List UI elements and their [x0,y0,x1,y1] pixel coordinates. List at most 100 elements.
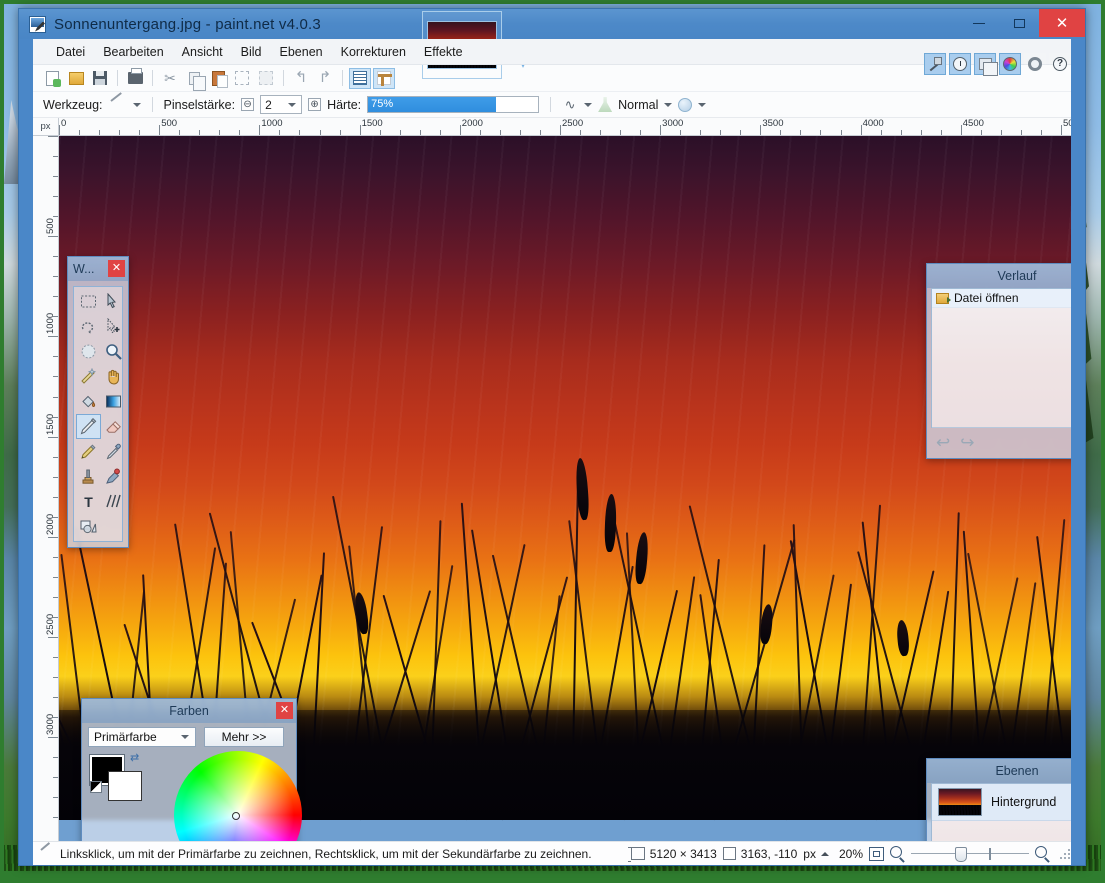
paintbrush-icon [80,418,97,435]
layers-window-button[interactable] [974,53,996,75]
tool-ellipse-select-tool[interactable] [76,339,101,364]
tool-clone-stamp-tool[interactable] [76,464,101,489]
menu-ansicht[interactable]: Ansicht [173,41,232,63]
fit-to-window-icon[interactable] [869,847,884,861]
deselect-all-button[interactable] [255,68,277,89]
redo-icon: ↱ [317,71,333,85]
menu-effekte[interactable]: Effekte [415,41,472,63]
history-window-button[interactable] [949,53,971,75]
colors-panel-close-button[interactable]: ✕ [276,702,293,719]
tool-lasso-select-tool[interactable] [76,314,101,339]
help-button[interactable]: ? [1049,53,1071,75]
menu-ebenen[interactable]: Ebenen [271,41,332,63]
colors-panel-controls: Primärfarbe Mehr >> [82,723,296,749]
move-selection-icon [105,318,122,335]
maximize-button[interactable] [999,9,1039,37]
secondary-color-swatch[interactable] [108,771,142,801]
help-icon: ? [1053,57,1067,71]
tool-gradient-tool[interactable] [101,389,126,414]
open-file-icon [936,293,949,304]
menu-datei[interactable]: Datei [47,41,94,63]
window-title: Sonnenuntergang.jpg - paint.net v4.0.3 [54,16,321,33]
tool-paint-bucket-tool[interactable] [76,389,101,414]
tool-magic-wand-tool[interactable] [76,364,101,389]
save-button[interactable] [89,68,111,89]
color-mode-value: Primärfarbe [94,730,157,744]
antialiasing-icon[interactable] [678,98,692,112]
crop-to-selection-button[interactable] [231,68,253,89]
tool-shapes-tool[interactable] [76,514,101,539]
layer-row[interactable]: Hintergrund ✔ [932,784,1071,821]
vertical-ruler[interactable]: 050010001500200025003000 [33,136,59,841]
color-wheel[interactable] [174,751,302,841]
color-mode-select[interactable]: Primärfarbe [88,727,196,747]
swap-colors-icon[interactable]: ⇄ [130,751,142,763]
tool-recolor-tool[interactable] [101,464,126,489]
pen-style-chevron-icon[interactable] [584,103,592,107]
unit-chevron-up-icon[interactable] [821,852,829,856]
brush-width-decrease-button[interactable]: ⊖ [241,98,254,111]
zoom-out-icon[interactable] [890,846,905,861]
tool-move-selection-tool[interactable] [101,314,126,339]
tool-move-selected-tool[interactable] [101,289,126,314]
rulers-button[interactable] [373,68,395,89]
resize-grip[interactable] [1059,848,1071,860]
menu-korrekturen[interactable]: Korrekturen [332,41,415,63]
unit-group[interactable]: px [803,847,829,861]
pen-style-icon[interactable]: ∿ [562,98,578,112]
settings-button[interactable] [1024,53,1046,75]
open-button[interactable] [65,68,87,89]
zoom-slider[interactable] [911,846,1029,862]
tool-eraser-tool[interactable] [101,414,126,439]
grid-button[interactable] [349,68,371,89]
history-item[interactable]: Datei öffnen [932,289,1071,308]
redo-button[interactable]: ↱ [314,68,336,89]
new-button[interactable] [41,68,63,89]
brush-width-chevron-icon[interactable] [288,103,296,107]
tool-text-tool[interactable]: T [76,489,101,514]
layers-list[interactable]: Hintergrund ✔ [931,783,1071,841]
zoom-in-icon[interactable] [1035,846,1050,861]
minimize-button[interactable] [959,9,999,37]
grass-seedhead [759,604,774,645]
tools-panel-close-button[interactable]: ✕ [108,260,125,277]
horizontal-ruler[interactable]: 0500100015002000250030003500400045005000 [59,118,1071,136]
tool-pencil-tool[interactable] [76,439,101,464]
tools-window-button[interactable] [924,53,946,75]
redo-arrow-icon[interactable]: ↪ [960,434,974,451]
tool-paintbrush-tool[interactable] [76,414,101,439]
undo-button[interactable]: ↰ [290,68,312,89]
history-list[interactable]: Datei öffnen [931,288,1071,428]
status-bar: Linksklick, um mit der Primärfarbe zu ze… [33,841,1071,865]
colors-window-button[interactable] [999,53,1021,75]
color-wheel-cursor[interactable] [232,812,240,820]
menu-bearbeiten[interactable]: Bearbeiten [94,41,172,63]
tools-panel-title-text: W... [73,262,95,276]
menu-bild[interactable]: Bild [232,41,271,63]
tool-rectangle-select-tool[interactable] [76,289,101,314]
print-button[interactable] [124,68,146,89]
paste-button[interactable] [207,68,229,89]
antialiasing-chevron-icon[interactable] [698,103,706,107]
text-icon: T [80,493,97,510]
undo-arrow-icon[interactable]: ↩ [936,434,950,451]
tool-line-curve-tool[interactable] [101,489,126,514]
cut-button[interactable]: ✂ [159,68,181,89]
toolbar-separator [342,70,343,86]
tool-dropdown-chevron-icon[interactable] [133,103,141,107]
close-button[interactable]: ✕ [1039,9,1085,37]
tool-options-bar: Werkzeug: Pinselstärke: ⊖ 2 ⊕ Härte: 75%… [33,92,1071,118]
hardness-slider[interactable]: 75% [367,96,539,113]
brush-width-increase-button[interactable]: ⊕ [308,98,321,111]
copy-button[interactable] [183,68,205,89]
zoom-slider-thumb[interactable] [955,847,967,862]
tool-zoom-tool[interactable] [101,339,126,364]
reset-colors-icon[interactable] [90,781,102,793]
blend-mode-icon [598,97,612,112]
brush-width-input[interactable]: 2 [260,95,302,114]
more-colors-button[interactable]: Mehr >> [204,727,284,747]
tool-pan-tool[interactable] [101,364,126,389]
tool-color-picker-tool[interactable] [101,439,126,464]
chevron-down-icon[interactable] [181,735,189,739]
blend-mode-chevron-icon[interactable] [664,103,672,107]
